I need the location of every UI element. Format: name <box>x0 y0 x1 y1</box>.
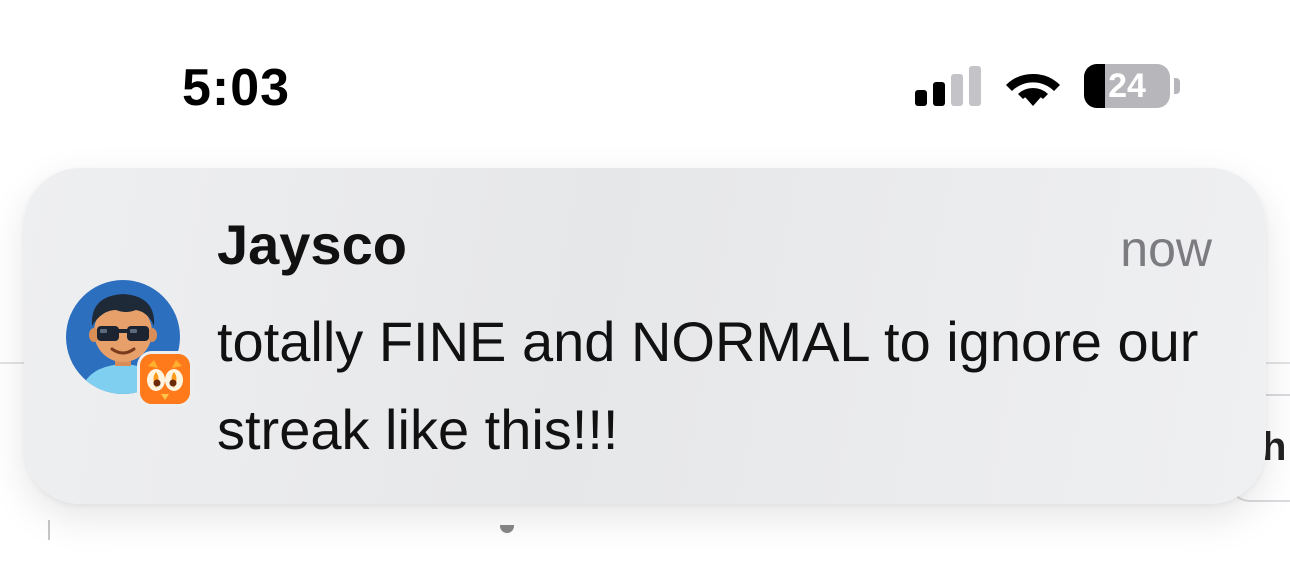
notification-sender: Jaysco <box>217 213 407 276</box>
status-time: 5:03 <box>182 59 291 117</box>
wifi-icon <box>1002 64 1064 108</box>
status-bar: 5:03 24 <box>0 0 1290 140</box>
cellular-signal-icon <box>915 66 983 106</box>
background-edge-line <box>48 520 50 540</box>
background-text-fragment <box>500 525 514 533</box>
notification-banner[interactable]: Jaysco now totally FINE and NORMAL to ig… <box>24 168 1266 504</box>
battery-icon: 24 <box>1084 64 1180 108</box>
notification-message: totally FINE and NORMAL to ignore our st… <box>217 310 1199 461</box>
phone-screen: h 5:03 24 Jaysco now totally FINE and NO… <box>0 0 1290 575</box>
duolingo-app-icon <box>140 354 190 404</box>
battery-level: 24 <box>1108 67 1146 105</box>
notification-timestamp: now <box>1120 221 1212 277</box>
